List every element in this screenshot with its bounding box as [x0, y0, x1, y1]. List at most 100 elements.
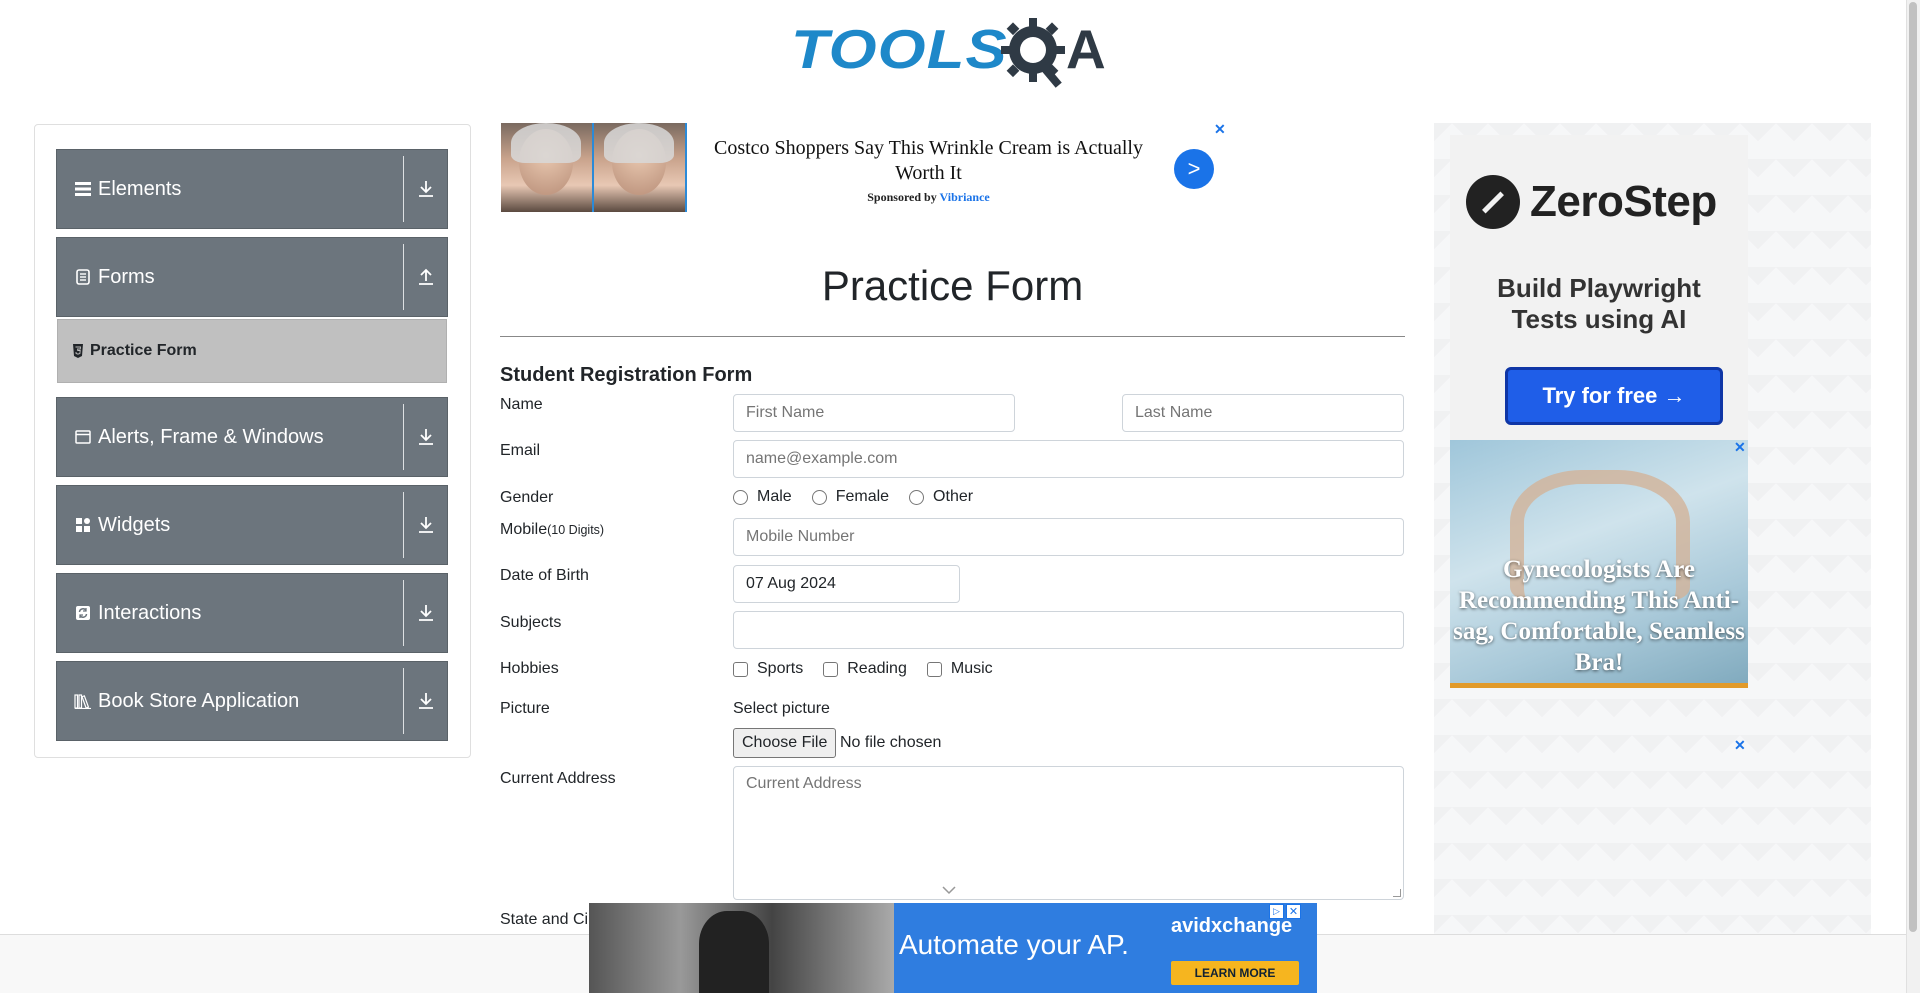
- checkbox[interactable]: [823, 661, 839, 677]
- sidebar-item-label: Practice Form: [90, 342, 197, 359]
- sidebar-group-label: Alerts, Frame & Windows: [98, 425, 324, 448]
- ad-stripe: [1450, 683, 1748, 688]
- gender-options: Male Female Other: [733, 488, 993, 506]
- bra-ad[interactable]: Gynecologists Are Recommending This Anti…: [1450, 440, 1748, 688]
- first-name-input[interactable]: First Name: [733, 394, 1015, 432]
- zerostep-ad[interactable]: ZeroStep Build Playwright Tests using AI…: [1450, 135, 1748, 440]
- dob-label: Date of Birth: [500, 567, 589, 584]
- logo-text: TOOLS: [791, 18, 1008, 80]
- hobby-reading-option[interactable]: Reading: [823, 660, 907, 678]
- hobbies-options: Sports Reading Music: [733, 660, 1013, 678]
- ad-info-icon[interactable]: ▷: [1269, 904, 1284, 919]
- learn-more-button[interactable]: LEARN MORE: [1171, 961, 1299, 985]
- sidebar-group-label: Book Store Application: [98, 689, 300, 712]
- hobby-option-label[interactable]: Sports: [757, 660, 803, 678]
- ad-headline[interactable]: Costco Shoppers Say This Wrinkle Cream i…: [701, 136, 1156, 186]
- hobby-option-label[interactable]: Reading: [847, 660, 907, 678]
- radio-button[interactable]: [811, 489, 827, 505]
- ad-close-icon[interactable]: ✕: [1734, 439, 1746, 456]
- subjects-input[interactable]: [733, 611, 1404, 649]
- hobby-music-option[interactable]: Music: [926, 660, 993, 678]
- name-label: Name: [500, 396, 543, 413]
- sidebar-group-alerts[interactable]: Alerts, Frame & Windows: [56, 397, 448, 477]
- chevron-down-icon: [942, 886, 956, 895]
- download-icon[interactable]: [415, 690, 437, 712]
- zerostep-mark-icon: [1466, 175, 1520, 229]
- gender-male-option[interactable]: Male: [733, 488, 792, 506]
- radio-button[interactable]: [733, 489, 748, 505]
- scrollbar-thumb[interactable]: [1909, 2, 1917, 932]
- radio-button[interactable]: [909, 489, 925, 505]
- gender-option-label[interactable]: Female: [836, 488, 889, 506]
- picture-label: Picture: [500, 700, 550, 717]
- checkbox[interactable]: [926, 661, 942, 677]
- books-icon: [74, 692, 92, 710]
- sidebar-group-interactions[interactable]: Interactions: [56, 573, 448, 653]
- dob-value: 07 Aug 2024: [746, 575, 836, 592]
- gender-label: Gender: [500, 489, 554, 506]
- gender-female-option[interactable]: Female: [811, 488, 889, 506]
- ad-photo: [589, 903, 894, 993]
- ad-go-button[interactable]: >: [1174, 149, 1214, 189]
- last-name-placeholder: Last Name: [1135, 404, 1213, 421]
- select-picture-label: Select picture: [733, 700, 830, 717]
- hobby-sports-option[interactable]: Sports: [733, 660, 803, 678]
- toolsqa-logo[interactable]: TOOLS A: [791, 14, 1117, 90]
- state-city-label: State and Ci: [500, 911, 589, 928]
- bottom-ad-banner[interactable]: Automate your AP. avidxchange LEARN MORE…: [589, 903, 1317, 993]
- divider: [403, 244, 404, 310]
- divider: [403, 580, 404, 646]
- top-ad-banner[interactable]: Costco Shoppers Say This Wrinkle Cream i…: [501, 121, 1226, 212]
- logo-suffix: A: [1066, 18, 1106, 80]
- gender-other-option[interactable]: Other: [909, 488, 973, 506]
- address-placeholder: Current Address: [746, 775, 862, 792]
- file-status: No file chosen: [840, 734, 942, 751]
- checkbox[interactable]: [733, 661, 748, 677]
- ad-face-before: [501, 123, 592, 212]
- mobile-input[interactable]: Mobile Number: [733, 518, 1404, 556]
- sidebar-group-book-store[interactable]: Book Store Application: [56, 661, 448, 741]
- divider: [500, 336, 1405, 337]
- sponsor-brand[interactable]: Vibriance: [940, 190, 990, 204]
- current-address-textarea[interactable]: Current Address: [733, 766, 1404, 900]
- hobby-option-label[interactable]: Music: [951, 660, 993, 678]
- right-ad-column: ZeroStep Build Playwright Tests using AI…: [1434, 123, 1871, 993]
- sidebar-item-practice-form[interactable]: Practice Form: [57, 319, 447, 383]
- gender-option-label[interactable]: Male: [757, 488, 792, 506]
- gender-option-label[interactable]: Other: [933, 488, 973, 506]
- html5-icon: [73, 344, 83, 358]
- divider: [403, 156, 404, 222]
- sidebar-group-elements[interactable]: Elements: [56, 149, 448, 229]
- choose-file-button[interactable]: Choose File: [733, 728, 837, 758]
- sidebar-group-widgets[interactable]: Widgets: [56, 485, 448, 565]
- mobile-placeholder: Mobile Number: [746, 528, 855, 545]
- resize-handle[interactable]: [1393, 889, 1401, 897]
- email-input[interactable]: name@example.com: [733, 440, 1404, 478]
- menu-icon: [74, 180, 92, 198]
- ad-image: [501, 123, 687, 212]
- download-icon[interactable]: [415, 426, 437, 448]
- ad-close-icon[interactable]: ✕: [1734, 737, 1746, 754]
- sidebar-group-label: Elements: [98, 177, 182, 200]
- sidebar-group-forms[interactable]: Forms: [56, 237, 448, 317]
- download-icon[interactable]: [415, 602, 437, 624]
- zerostep-brand: ZeroStep: [1530, 177, 1717, 226]
- download-icon[interactable]: [415, 514, 437, 536]
- ad-close-icon[interactable]: ✕: [1286, 904, 1301, 919]
- ad-close-icon[interactable]: ✕: [1214, 121, 1226, 138]
- try-for-free-button[interactable]: Try for free →: [1505, 367, 1723, 425]
- ad-person-image: [699, 911, 769, 993]
- upload-icon[interactable]: [415, 266, 437, 288]
- sidebar-group-label: Forms: [98, 265, 155, 288]
- mobile-hint: (10 Digits): [547, 523, 605, 537]
- sidebar-group-label: Widgets: [98, 513, 171, 536]
- form-title: Student Registration Form: [500, 364, 753, 386]
- subjects-label: Subjects: [500, 614, 562, 631]
- document-icon: [74, 268, 92, 286]
- bottom-ad-headline: Automate your AP.: [899, 929, 1129, 960]
- page-scrollbar[interactable]: [1906, 0, 1920, 993]
- download-icon[interactable]: [415, 178, 437, 200]
- date-of-birth-input[interactable]: 07 Aug 2024: [733, 565, 960, 603]
- last-name-input[interactable]: Last Name: [1122, 394, 1404, 432]
- hobbies-label: Hobbies: [500, 660, 559, 677]
